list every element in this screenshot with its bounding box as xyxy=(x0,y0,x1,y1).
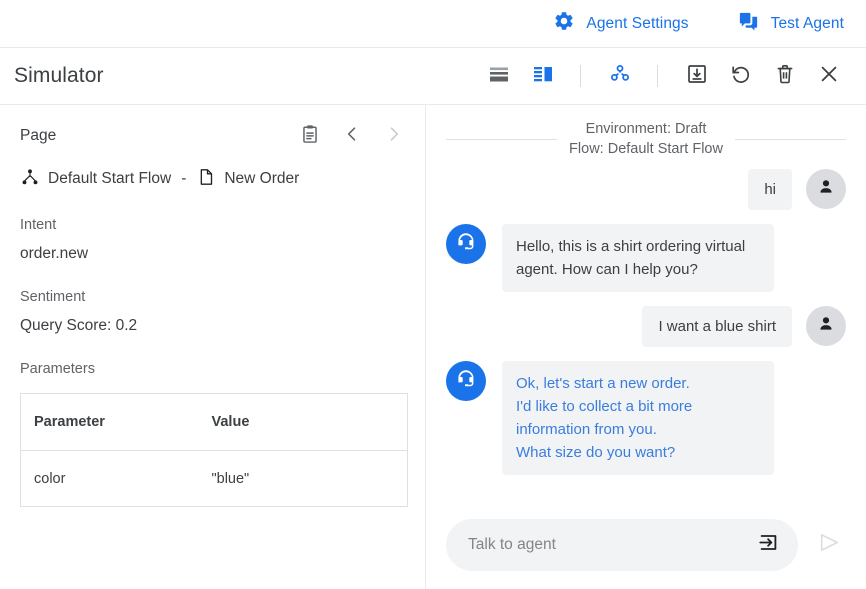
agent-message-bubble: Ok, let's start a new order. I'd like to… xyxy=(502,361,774,475)
divider-left xyxy=(446,139,557,140)
list-view-icon xyxy=(487,62,511,91)
restart-session-button[interactable] xyxy=(724,59,758,93)
list-item: Hello, this is a shirt ordering virtual … xyxy=(446,224,846,292)
agent-settings-label: Agent Settings xyxy=(586,15,688,33)
delete-session-button[interactable] xyxy=(768,59,802,93)
flow-graph-toggle[interactable] xyxy=(603,59,637,93)
flow-nodes-icon xyxy=(608,62,632,91)
simulator-app: Agent Settings Test Agent Simulator xyxy=(0,0,866,589)
split-panel-icon xyxy=(531,62,555,91)
toolbar-divider-2 xyxy=(657,65,658,87)
send-message-button[interactable] xyxy=(812,528,846,562)
parameters-label: Parameters xyxy=(20,361,406,377)
breadcrumb: Default Start Flow - New Order xyxy=(20,167,406,191)
environment-line: Environment: Draft xyxy=(569,119,723,139)
page-document-icon xyxy=(196,167,216,192)
avatar xyxy=(446,361,486,401)
page-navigation xyxy=(298,124,406,148)
save-download-icon xyxy=(685,62,709,91)
conversation-panel: Environment: Draft Flow: Default Start F… xyxy=(426,105,866,589)
list-item: I want a blue shirt xyxy=(446,306,846,347)
flow-line: Flow: Default Start Flow xyxy=(569,139,723,159)
table-row: color "blue" xyxy=(21,451,408,507)
avatar xyxy=(806,306,846,346)
person-icon xyxy=(815,313,837,340)
top-action-bar: Agent Settings Test Agent xyxy=(0,0,866,48)
cell-parameter-value: "blue" xyxy=(199,451,408,507)
gear-icon xyxy=(553,10,575,37)
sentiment-value: Query Score: 0.2 xyxy=(20,317,406,335)
cell-parameter-name: color xyxy=(21,451,199,507)
next-page-button[interactable] xyxy=(382,124,406,148)
avatar xyxy=(806,169,846,209)
environment-info: Environment: Draft Flow: Default Start F… xyxy=(569,119,723,159)
breadcrumb-page-name[interactable]: New Order xyxy=(224,170,299,188)
headset-icon xyxy=(454,230,478,259)
list-item: Ok, let's start a new order. I'd like to… xyxy=(446,361,846,475)
page-section-label: Page xyxy=(20,127,56,145)
main-content: Page xyxy=(0,105,866,589)
split-view-toggle[interactable] xyxy=(526,59,560,93)
breadcrumb-flow-name[interactable]: Default Start Flow xyxy=(48,170,171,188)
person-icon xyxy=(815,176,837,203)
talk-to-agent-input[interactable]: Talk to agent xyxy=(446,519,798,571)
input-placeholder: Talk to agent xyxy=(468,536,757,554)
chevron-left-icon xyxy=(342,124,362,149)
headset-icon xyxy=(454,367,478,396)
sentiment-label: Sentiment xyxy=(20,289,406,305)
user-message-bubble: I want a blue shirt xyxy=(642,306,792,347)
list-view-toggle[interactable] xyxy=(482,59,516,93)
clipboard-icon xyxy=(299,123,321,150)
close-simulator-button[interactable] xyxy=(812,59,846,93)
table-header-row: Parameter Value xyxy=(21,394,408,451)
avatar xyxy=(446,224,486,264)
message-composer: Talk to agent xyxy=(446,513,846,589)
chat-bubbles-icon xyxy=(737,10,760,38)
simulator-header: Simulator xyxy=(0,48,866,105)
previous-page-button[interactable] xyxy=(340,124,364,148)
simulator-toolbar xyxy=(472,59,846,93)
intent-label: Intent xyxy=(20,217,406,233)
column-header-parameter: Parameter xyxy=(21,394,199,451)
message-list: hi xyxy=(446,159,846,513)
trash-icon xyxy=(773,62,797,91)
test-agent-button[interactable]: Test Agent xyxy=(737,10,844,38)
save-session-button[interactable] xyxy=(680,59,714,93)
agent-message-bubble: Hello, this is a shirt ordering virtual … xyxy=(502,224,774,292)
environment-header: Environment: Draft Flow: Default Start F… xyxy=(446,105,846,159)
divider-right xyxy=(735,139,846,140)
user-message-bubble: hi xyxy=(748,169,792,210)
close-icon xyxy=(817,62,841,91)
page-title: Simulator xyxy=(14,64,104,88)
breadcrumb-separator: - xyxy=(181,170,186,188)
toolbar-divider-1 xyxy=(580,65,581,87)
arrow-into-box-icon[interactable] xyxy=(757,531,780,559)
intent-value: order.new xyxy=(20,245,406,263)
send-icon xyxy=(817,530,842,560)
page-header-row: Page xyxy=(20,121,406,151)
test-agent-label: Test Agent xyxy=(771,15,844,33)
inspector-panel: Page xyxy=(0,105,426,589)
chevron-right-icon xyxy=(384,124,404,149)
restart-icon xyxy=(729,62,753,91)
copy-to-clipboard-button[interactable] xyxy=(298,124,322,148)
column-header-value: Value xyxy=(199,394,408,451)
flow-node-icon xyxy=(20,167,40,192)
agent-settings-button[interactable]: Agent Settings xyxy=(553,10,688,37)
parameters-table: Parameter Value color "blue" xyxy=(20,393,408,507)
list-item: hi xyxy=(446,169,846,210)
